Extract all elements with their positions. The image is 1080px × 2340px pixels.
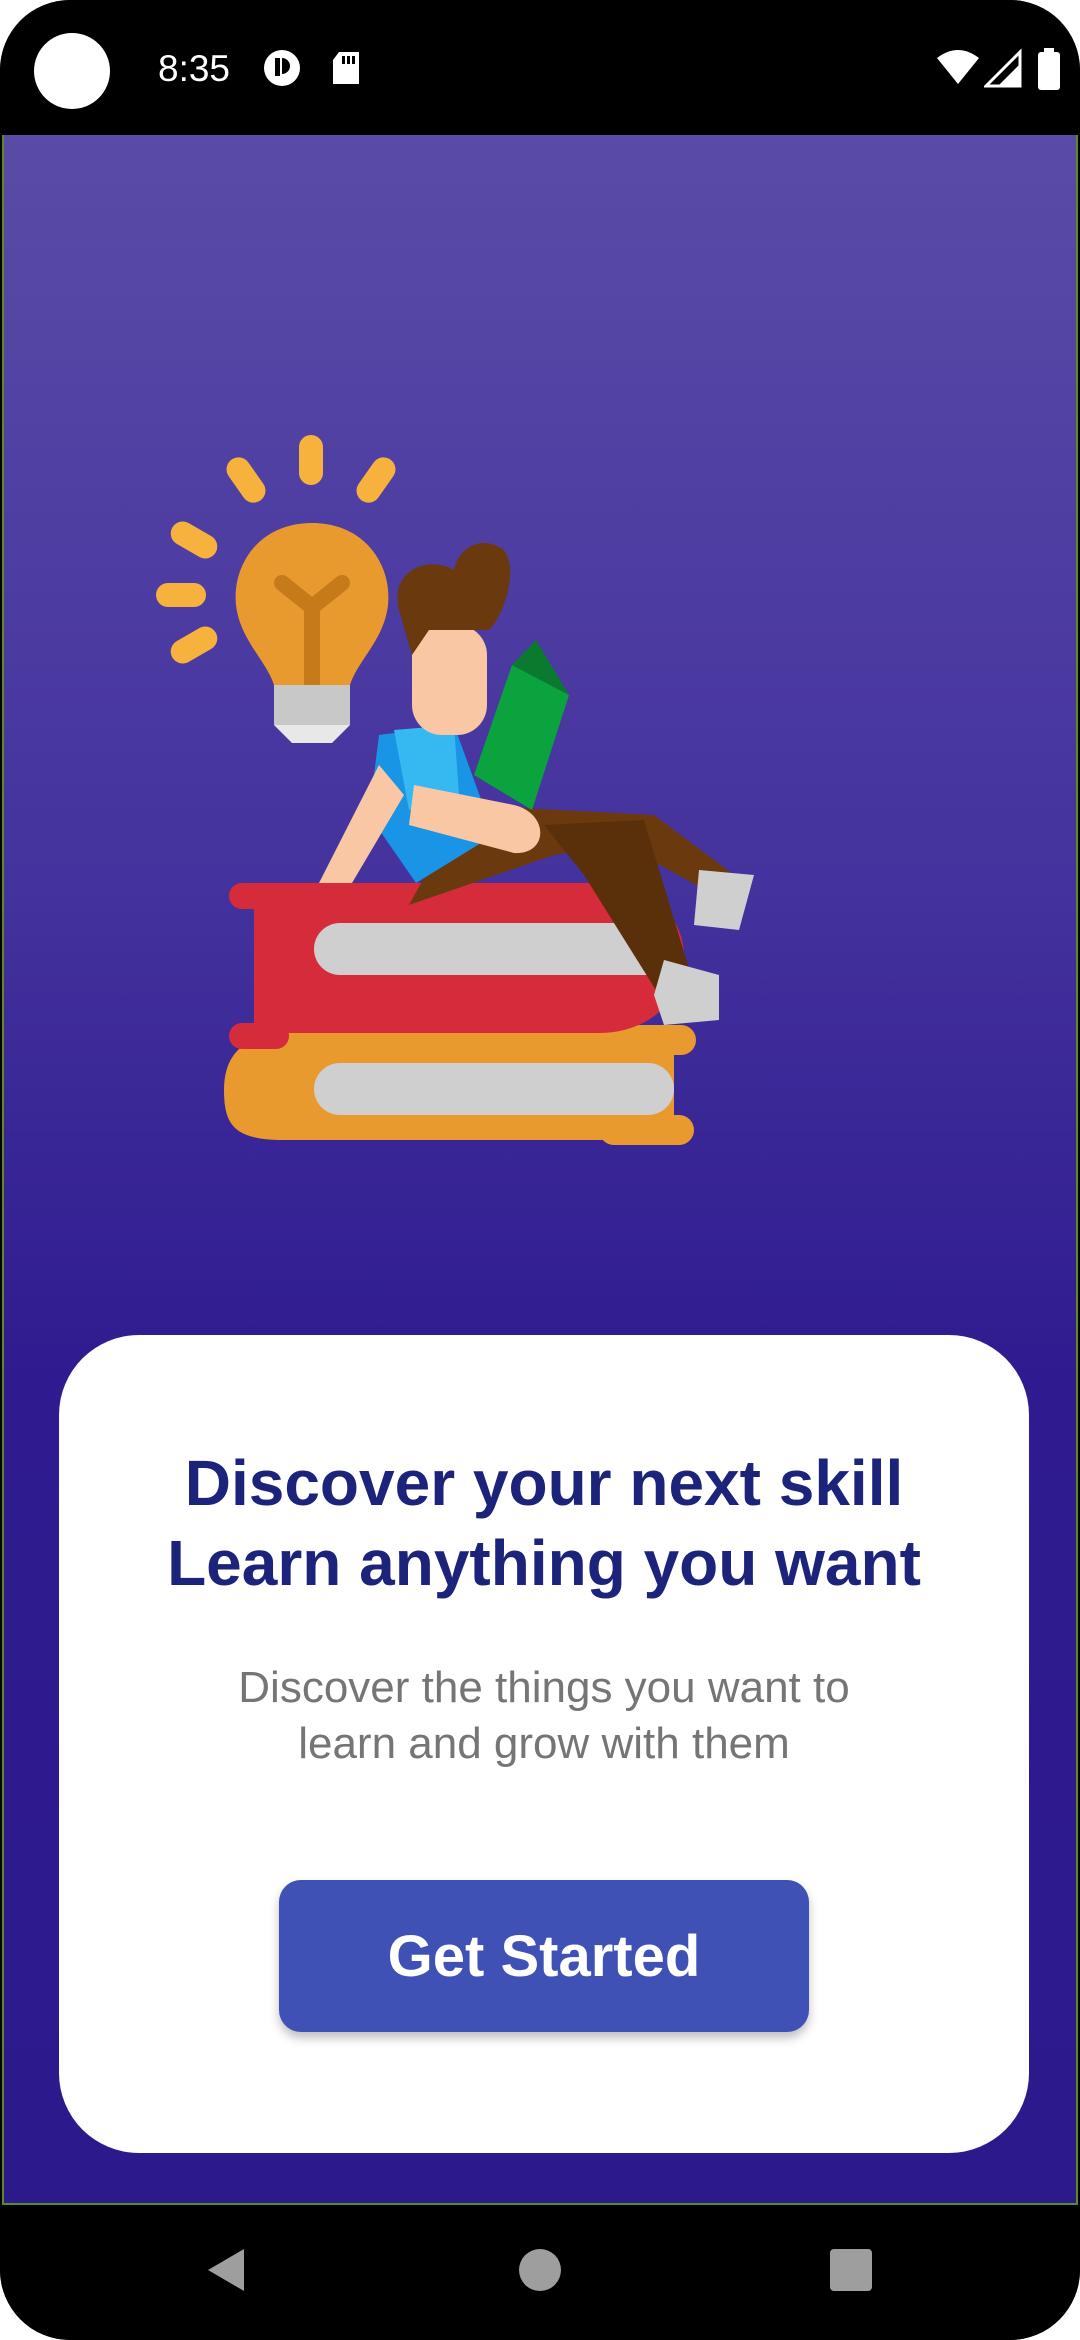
status-time: 8:35 — [158, 48, 231, 89]
battery-icon — [1036, 48, 1062, 90]
reading-person-on-books-illustration — [154, 435, 934, 1215]
headline-line-1: Discover your next skill — [184, 1447, 904, 1519]
wifi-icon — [935, 48, 981, 88]
get-started-button[interactable]: Get Started — [279, 1880, 809, 2032]
onboarding-card: Discover your next skill Learn anything … — [59, 1335, 1029, 2153]
device-screen: 8:35 Discover your next skill Learn anyt… — [0, 0, 1080, 2340]
subtext: Discover the things you want to learn an… — [59, 1660, 1029, 1772]
recents-icon[interactable] — [806, 2225, 896, 2315]
home-icon[interactable] — [495, 2225, 585, 2315]
subtext-line-2: learn and grow with them — [298, 1719, 790, 1768]
onboarding-screen: Discover your next skill Learn anything … — [2, 135, 1078, 2205]
subtext-line-1: Discover the things you want to — [238, 1663, 850, 1712]
status-bar: 8:35 — [0, 0, 1080, 135]
navigation-bar — [0, 2205, 1080, 2340]
sync-icon — [262, 48, 302, 88]
back-icon[interactable] — [180, 2225, 270, 2315]
headline-line-2: Learn anything you want — [167, 1527, 921, 1599]
camera-cutout — [34, 33, 110, 109]
sd-card-icon — [327, 48, 367, 88]
signal-icon — [982, 48, 1024, 88]
headline: Discover your next skill Learn anything … — [59, 1443, 1029, 1603]
